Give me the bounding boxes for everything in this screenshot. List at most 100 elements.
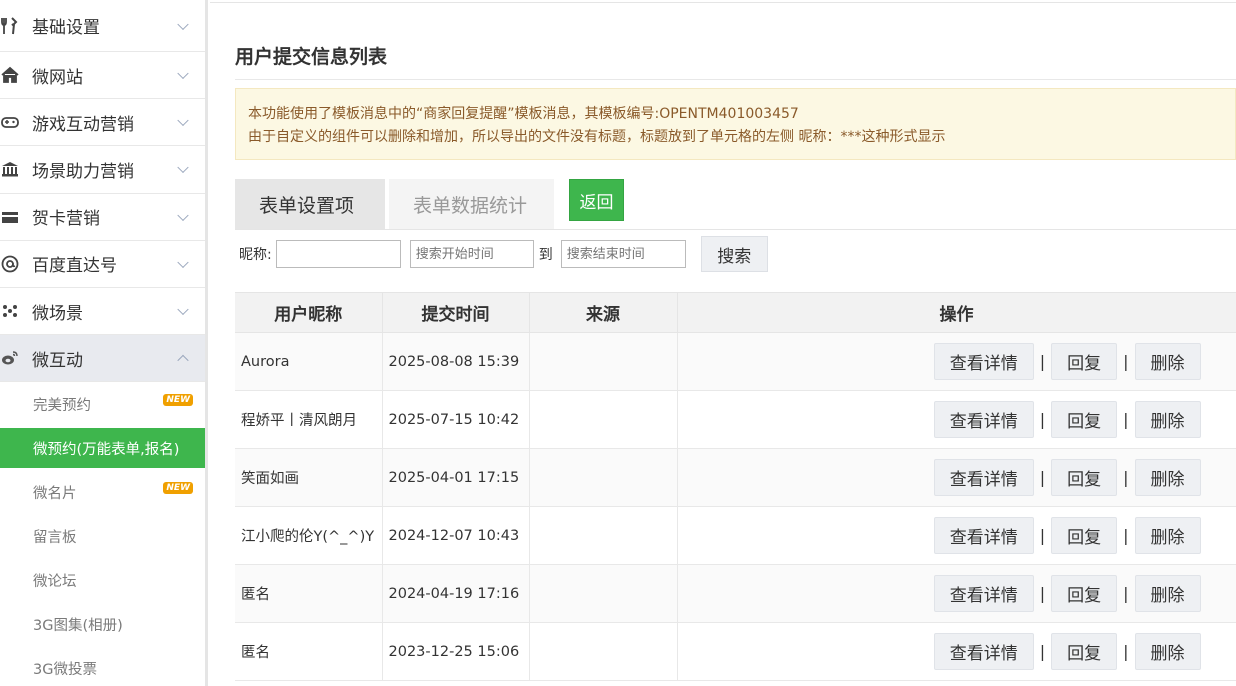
view-detail-button[interactable]: 查看详情 bbox=[933, 459, 1034, 496]
sidebar-item-game-marketing[interactable]: 游戏互动营销 bbox=[0, 99, 205, 147]
gamepad-icon bbox=[1, 113, 21, 131]
separator: | bbox=[1123, 352, 1129, 371]
separator: | bbox=[1039, 526, 1046, 545]
sidebar-subitem-business-card[interactable]: 微名片 NEW bbox=[0, 470, 205, 514]
sidebar-item-micro-scene[interactable]: 微场景 bbox=[0, 288, 205, 336]
delete-button[interactable]: 删除 bbox=[1134, 517, 1201, 554]
sidebar-subitem-album[interactable]: 3G图集(相册) bbox=[0, 602, 205, 646]
sidebar-subitem-label: 完美预约 bbox=[33, 397, 91, 414]
notice-line-2: 由于自定义的组件可以删除和增加，所以导出的文件没有标题，标题放到了单元格的左侧 … bbox=[248, 129, 946, 145]
sidebar-item-label: 场景助力营销 bbox=[32, 161, 134, 182]
view-detail-button[interactable]: 查看详情 bbox=[933, 343, 1034, 380]
cell-time: 2025-04-01 17:15 bbox=[381, 448, 530, 507]
reply-button[interactable]: 回复 bbox=[1051, 459, 1118, 496]
sidebar-item-card-marketing[interactable]: 贺卡营销 bbox=[0, 194, 205, 241]
sidebar-item-label: 基础设置 bbox=[32, 18, 100, 38]
sidebar-item-basic-settings[interactable]: 基础设置 bbox=[0, 0, 205, 52]
separator: | bbox=[1123, 642, 1129, 661]
submissions-table: 用户昵称 提交时间 来源 操作 Aurora 2025-08-08 15:39 查看… bbox=[235, 292, 1236, 681]
separator: | bbox=[1123, 526, 1129, 545]
cell-nickname: Aurora bbox=[235, 332, 383, 391]
sidebar-subitem-micro-booking[interactable]: 微预约(万能表单,报名) bbox=[0, 428, 205, 469]
table-header-row: 用户昵称 提交时间 来源 操作 bbox=[235, 292, 1236, 333]
table-row: 匿名 2024-04-19 17:16 查看详情 | 回复 | 删除 bbox=[235, 564, 1236, 623]
reply-button[interactable]: 回复 bbox=[1051, 401, 1118, 438]
delete-button[interactable]: 删除 bbox=[1134, 575, 1201, 612]
cell-source bbox=[528, 622, 678, 681]
sidebar-subitem-message-board[interactable]: 留言板 bbox=[0, 514, 205, 558]
card-icon bbox=[1, 208, 21, 226]
cell-time: 2024-04-19 17:16 bbox=[381, 564, 530, 623]
delete-button[interactable]: 删除 bbox=[1134, 459, 1201, 496]
new-badge: NEW bbox=[163, 482, 193, 495]
view-detail-button[interactable]: 查看详情 bbox=[933, 517, 1034, 554]
cell-source bbox=[528, 390, 678, 449]
table-row: 江小爬的伦Y(^_^)Y 2024-12-07 10:43 查看详情 | 回复 | 删除 bbox=[235, 506, 1236, 565]
sidebar-subitem-perfect-booking[interactable]: 完美预约 NEW bbox=[0, 382, 205, 426]
cell-actions: 查看详情 | 回复 | 删除 bbox=[676, 390, 1236, 449]
sidebar-subitem-label: 3G图集(相册) bbox=[33, 617, 123, 634]
separator: | bbox=[1123, 410, 1129, 429]
cell-actions: 查看详情 | 回复 | 删除 bbox=[676, 332, 1236, 391]
start-time-input[interactable] bbox=[409, 240, 534, 268]
separator: | bbox=[1039, 642, 1046, 661]
row-actions: 查看详情 | 回复 | 删除 bbox=[684, 575, 1230, 612]
end-time-input[interactable] bbox=[560, 240, 686, 268]
search-button[interactable]: 搜索 bbox=[700, 236, 768, 272]
sidebar-subitem-label: 留言板 bbox=[33, 529, 77, 546]
sidebar-item-micro-site[interactable]: 微网站 bbox=[0, 52, 205, 100]
separator: | bbox=[1039, 468, 1046, 487]
cell-time: 2025-07-15 10:42 bbox=[381, 390, 530, 449]
notice-box: 本功能使用了模板消息中的“商家回复提醒”模板消息，其模板编号:OPENTM401… bbox=[235, 88, 1236, 160]
sidebar-item-label: 百度直达号 bbox=[32, 256, 117, 277]
nickname-input[interactable] bbox=[275, 240, 401, 268]
view-detail-button[interactable]: 查看详情 bbox=[933, 401, 1034, 438]
reply-button[interactable]: 回复 bbox=[1051, 575, 1118, 612]
sidebar-subitem-forum[interactable]: 微论坛 bbox=[0, 558, 205, 602]
tabs-divider bbox=[235, 229, 1236, 230]
tools-icon bbox=[1, 16, 21, 35]
tab-form-settings[interactable]: 表单设置项 bbox=[235, 179, 385, 229]
column-header-time: 提交时间 bbox=[381, 292, 530, 333]
view-detail-button[interactable]: 查看详情 bbox=[933, 575, 1034, 612]
chevron-down-icon bbox=[177, 115, 189, 127]
sidebar-subitem-vote[interactable]: 3G微投票 bbox=[0, 646, 205, 686]
search-bar: 昵称: 到 搜索 bbox=[239, 236, 768, 272]
tab-form-statistics[interactable]: 表单数据统计 bbox=[389, 179, 554, 229]
delete-button[interactable]: 删除 bbox=[1134, 401, 1201, 438]
cell-nickname: 程娇平丨清风朗月 bbox=[235, 390, 383, 449]
chevron-down-icon bbox=[177, 303, 189, 316]
reply-button[interactable]: 回复 bbox=[1051, 343, 1118, 380]
sidebar-subitem-label: 微论坛 bbox=[33, 573, 77, 590]
delete-button[interactable]: 删除 bbox=[1134, 343, 1201, 380]
view-detail-button[interactable]: 查看详情 bbox=[933, 633, 1034, 670]
cell-source bbox=[528, 448, 678, 507]
separator: | bbox=[1039, 352, 1046, 371]
row-actions: 查看详情 | 回复 | 删除 bbox=[684, 459, 1230, 496]
sidebar-item-baidu[interactable]: 百度直达号 bbox=[0, 241, 205, 288]
cell-time: 2024-12-07 10:43 bbox=[381, 506, 530, 565]
cell-nickname: 笑面如画 bbox=[235, 448, 383, 507]
sidebar-item-label: 微互动 bbox=[32, 350, 83, 371]
cell-time: 2025-08-08 15:39 bbox=[381, 332, 530, 391]
bank-icon bbox=[1, 160, 21, 178]
main-content: 用户提交信息列表 本功能使用了模板消息中的“商家回复提醒”模板消息，其模板编号:… bbox=[235, 0, 1236, 686]
separator: | bbox=[1123, 584, 1129, 603]
table-body: Aurora 2025-08-08 15:39 查看详情 | 回复 | 删除 程娇平丨清风朗月… bbox=[235, 332, 1236, 681]
sidebar-item-micro-interaction[interactable]: 微互动 bbox=[0, 335, 205, 383]
sidebar-item-scene-marketing[interactable]: 场景助力营销 bbox=[0, 146, 205, 194]
column-header-nickname: 用户昵称 bbox=[235, 292, 383, 333]
back-button[interactable]: 返回 bbox=[569, 179, 624, 221]
reply-button[interactable]: 回复 bbox=[1051, 517, 1118, 554]
separator: | bbox=[1123, 468, 1129, 487]
reply-button[interactable]: 回复 bbox=[1051, 633, 1118, 670]
cell-nickname: 江小爬的伦Y(^_^)Y bbox=[235, 506, 383, 565]
sidebar-subitem-label: 微名片 bbox=[33, 485, 77, 502]
cell-source bbox=[528, 506, 678, 565]
chevron-down-icon bbox=[177, 162, 189, 174]
sidebar-subitem-label: 3G微投票 bbox=[33, 661, 97, 678]
delete-button[interactable]: 删除 bbox=[1134, 633, 1201, 670]
nickname-label: 昵称: bbox=[239, 247, 272, 263]
page-title: 用户提交信息列表 bbox=[235, 46, 388, 68]
chevron-down-icon bbox=[177, 209, 189, 221]
